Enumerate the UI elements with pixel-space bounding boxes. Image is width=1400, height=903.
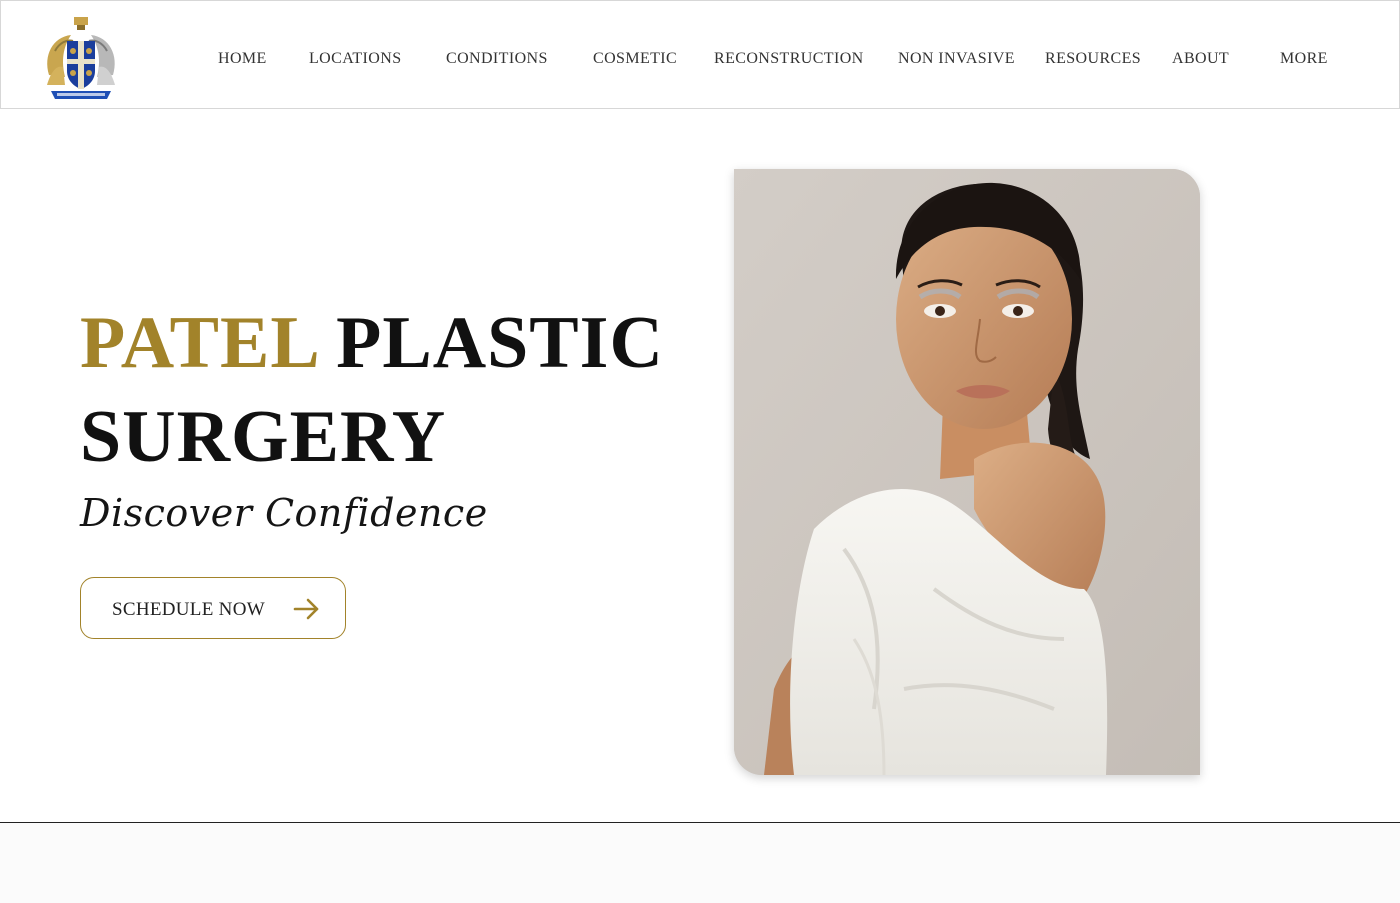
coat-of-arms-logo[interactable] bbox=[41, 15, 121, 101]
nav-about[interactable]: ABOUT bbox=[1172, 49, 1229, 69]
arrow-right-icon bbox=[293, 598, 319, 620]
hero-photo bbox=[734, 169, 1200, 775]
nav-locations[interactable]: LOCATIONS bbox=[309, 49, 402, 69]
model-portrait-image bbox=[734, 169, 1200, 775]
nav-more[interactable]: MORE bbox=[1280, 49, 1328, 69]
hero-title-rest: PLASTIC bbox=[336, 302, 664, 384]
nav-resources[interactable]: RESOURCES bbox=[1045, 49, 1141, 69]
nav-reconstruction[interactable]: RECONSTRUCTION bbox=[714, 49, 864, 69]
nav-conditions[interactable]: CONDITIONS bbox=[446, 49, 548, 69]
site-header: HOME LOCATIONS CONDITIONS COSMETIC RECON… bbox=[0, 0, 1400, 109]
next-section bbox=[0, 823, 1400, 903]
hero-title-accent: PATEL bbox=[80, 302, 317, 384]
hero-title-line2: SURGERY bbox=[80, 396, 447, 478]
nav-non-invasive[interactable]: NON INVASIVE bbox=[898, 49, 1015, 69]
hero-tagline: Discover Confidence bbox=[80, 491, 488, 535]
hero-title: PATEL PLASTIC SURGERY bbox=[80, 296, 664, 484]
schedule-now-label: SCHEDULE NOW bbox=[112, 599, 265, 620]
schedule-now-button[interactable]: SCHEDULE NOW bbox=[80, 577, 346, 639]
nav-home[interactable]: HOME bbox=[218, 49, 267, 69]
nav-cosmetic[interactable]: COSMETIC bbox=[593, 49, 677, 69]
coat-of-arms-icon bbox=[47, 17, 115, 99]
